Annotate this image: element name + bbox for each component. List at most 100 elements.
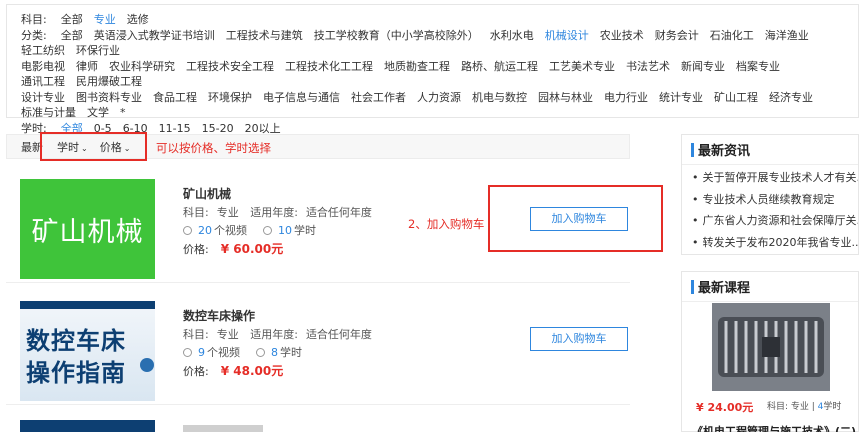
course-thumbnail[interactable] bbox=[712, 303, 830, 391]
filter-category-item[interactable]: 档案专业 bbox=[736, 59, 780, 75]
course-title[interactable]: 矿山机械 bbox=[183, 185, 231, 202]
filter-category-item[interactable]: 地质勘查工程 bbox=[384, 59, 450, 75]
annotation-sort-note: 可以按价格、学时选择 bbox=[156, 141, 271, 155]
filter-category-item[interactable]: 工程技术安全工程 bbox=[186, 59, 274, 75]
filter-category-item[interactable]: 农业科学研究 bbox=[109, 59, 175, 75]
year-value: 适合任何年度 bbox=[305, 206, 372, 219]
course-title-partial bbox=[183, 425, 263, 432]
filter-category-item[interactable]: 律师 bbox=[76, 59, 98, 75]
year-label: 适用年度: bbox=[250, 328, 298, 341]
course-thumbnail[interactable]: 矿山机械 bbox=[20, 179, 155, 279]
course-meta: 科目: 专业 适用年度: 适合任何年度 bbox=[183, 204, 380, 220]
filter-category-item[interactable]: 电影电视 bbox=[21, 59, 65, 75]
price-value: ¥ 48.00元 bbox=[220, 364, 284, 378]
filter-category-item[interactable]: 机电与数控 bbox=[472, 90, 527, 106]
sidebar-next-course-title[interactable]: 《机电工程管理与施工技术》(二) bbox=[692, 423, 856, 432]
year-label: 适用年度: bbox=[250, 206, 298, 219]
filter-subject-elective[interactable]: 选修 bbox=[127, 12, 149, 28]
hours-count: 10 bbox=[278, 223, 292, 237]
annotation-highlight-box bbox=[40, 132, 147, 161]
filter-category-item[interactable]: 机械设计 bbox=[545, 28, 589, 44]
filter-category-item[interactable]: * bbox=[120, 105, 126, 121]
filter-category-item[interactable]: 统计专业 bbox=[659, 90, 703, 106]
filter-category-item[interactable]: 石油化工 bbox=[710, 28, 754, 44]
filter-category-item[interactable]: 技工学校教育（中小学高校除外） bbox=[314, 28, 479, 44]
filter-category-item[interactable]: 标准与计量 bbox=[21, 105, 76, 121]
news-item[interactable]: 关于暂停开展专业技术人才有关... bbox=[682, 167, 859, 189]
subject-label: 科目: bbox=[183, 328, 209, 341]
course-stats: 20 个视频 10 学时 bbox=[183, 222, 316, 238]
filter-category-item[interactable]: 矿山工程 bbox=[714, 90, 758, 106]
course-title[interactable]: 数控车床操作 bbox=[183, 307, 255, 324]
filter-category-item[interactable]: 轻工纺织 bbox=[21, 43, 65, 59]
filter-category-item[interactable]: 通讯工程 bbox=[21, 74, 65, 90]
clock-icon bbox=[256, 347, 265, 357]
hours-unit: 学时 bbox=[280, 346, 302, 359]
filter-category-item[interactable]: 全部 bbox=[61, 28, 83, 44]
filter-category-item[interactable]: 园林与林业 bbox=[538, 90, 593, 106]
filter-category-item[interactable]: 设计专业 bbox=[21, 90, 65, 106]
sidebar-courses-panel: 最新课程 ¥ 24.00元 科目: 专业 | 4学时 《机电工程管理与施工技术》… bbox=[681, 271, 859, 432]
filter-category-row: 设计专业 图书资料专业 食品工程 环境保护 电子信息与通信 社会工作者 人力资源 机电与数控园… bbox=[21, 90, 844, 121]
video-unit: 个视频 bbox=[214, 224, 247, 237]
video-count: 9 bbox=[198, 345, 205, 359]
video-icon bbox=[183, 225, 192, 235]
filter-category-item[interactable]: 环保行业 bbox=[76, 43, 120, 59]
filter-subject-all[interactable]: 全部 bbox=[61, 12, 83, 28]
filter-category-item[interactable]: 食品工程 bbox=[153, 90, 197, 106]
filter-category-item[interactable]: 工程技术化工工程 bbox=[285, 59, 373, 75]
add-to-cart-button[interactable]: 加入购物车 bbox=[530, 327, 628, 351]
filter-category-item[interactable]: 海洋渔业 bbox=[765, 28, 809, 44]
sidebar-course-subject: 科目: 专业 | bbox=[767, 402, 815, 412]
filter-category-item[interactable]: 民用爆破工程 bbox=[76, 74, 142, 90]
course-thumbnail[interactable]: 数控车床 操作指南 bbox=[20, 301, 155, 401]
filter-category-item[interactable]: 图书资料专业 bbox=[76, 90, 142, 106]
filter-category-item[interactable]: 工艺美术专业 bbox=[549, 59, 615, 75]
filter-category-item[interactable]: 新闻专业 bbox=[681, 59, 725, 75]
filter-subject-row: 科目: 全部 专业 选修 bbox=[21, 12, 844, 28]
filter-category-item[interactable]: 水利水电 bbox=[490, 28, 534, 44]
filter-category-item[interactable]: 人力资源 bbox=[417, 90, 461, 106]
filter-category-item[interactable]: 书法艺术 bbox=[626, 59, 670, 75]
filter-category-item[interactable]: 环境保护 bbox=[208, 90, 252, 106]
sidebar-course-meta: 科目: 专业 | 4学时 bbox=[767, 399, 841, 412]
filter-category-item[interactable]: 英语浸入式教学证书培训 bbox=[94, 28, 215, 44]
filter-subject-label: 科目: bbox=[21, 13, 47, 26]
subject-label: 科目: bbox=[183, 206, 209, 219]
filter-category-item[interactable]: 工程技术与建筑 bbox=[226, 28, 303, 44]
sidebar-news-panel: 最新资讯 关于暂停开展专业技术人才有关... 专业技术人员继续教育规定 广东省人… bbox=[681, 134, 859, 255]
sidebar-news-header: 最新资讯 bbox=[682, 135, 858, 165]
course-thumbnail-partial[interactable] bbox=[20, 420, 155, 432]
news-item[interactable]: 专业技术人员继续教育规定 bbox=[682, 189, 858, 211]
hours-unit: 学时 bbox=[294, 224, 316, 237]
filter-panel: 科目: 全部 专业 选修 分类: 全部 英语浸入式教学证书培训 工程技术与建筑 技工学… bbox=[6, 4, 859, 135]
annotation-highlight-box bbox=[488, 185, 663, 252]
filter-category-item[interactable]: 电力行业 bbox=[604, 90, 648, 106]
video-unit: 个视频 bbox=[207, 346, 240, 359]
filter-category-item[interactable]: 财务会计 bbox=[655, 28, 699, 44]
filter-category-item[interactable]: 路桥、航运工程 bbox=[461, 59, 538, 75]
year-value: 适合任何年度 bbox=[305, 328, 372, 341]
filter-category-item[interactable]: 电子信息与通信 bbox=[263, 90, 340, 106]
clock-icon bbox=[263, 225, 272, 235]
sidebar-course-hours-unit: 学时 bbox=[823, 402, 842, 412]
filter-category-item[interactable]: 社会工作者 bbox=[351, 90, 406, 106]
filter-category-item[interactable]: 文学 bbox=[87, 105, 109, 121]
sidebar-news-title: 最新资讯 bbox=[698, 144, 751, 159]
course-meta: 科目: 专业 适用年度: 适合任何年度 bbox=[183, 326, 380, 342]
filter-category-label: 分类: bbox=[21, 28, 47, 42]
video-count: 20 bbox=[198, 223, 212, 237]
filter-category-item[interactable]: 经济专业 bbox=[769, 90, 813, 106]
price-value: ¥ 60.00元 bbox=[220, 242, 284, 256]
filter-subject-major[interactable]: 专业 bbox=[94, 12, 116, 28]
news-item[interactable]: 广东省人力资源和社会保障厅关... bbox=[682, 210, 859, 232]
filter-category-item[interactable]: 农业技术 bbox=[600, 28, 644, 44]
course-price: 价格: ¥ 60.00元 bbox=[183, 240, 283, 257]
news-item[interactable]: 转发关于发布2020年我省专业... bbox=[682, 232, 859, 254]
hours-count: 8 bbox=[271, 345, 278, 359]
thumbnail-text: 数控车床 bbox=[26, 327, 126, 355]
course-item: 数控车床 操作指南 数控车床操作 科目: 专业 适用年度: 适合任何年度 9 个视频 … bbox=[6, 289, 630, 405]
sidebar-course-price: ¥ 24.00元 bbox=[696, 401, 754, 414]
filter-category-row: 分类: 全部 英语浸入式教学证书培训 工程技术与建筑 技工学校教育（中小学高校除外） 水… bbox=[21, 28, 844, 59]
subject-value: 专业 bbox=[216, 206, 239, 219]
